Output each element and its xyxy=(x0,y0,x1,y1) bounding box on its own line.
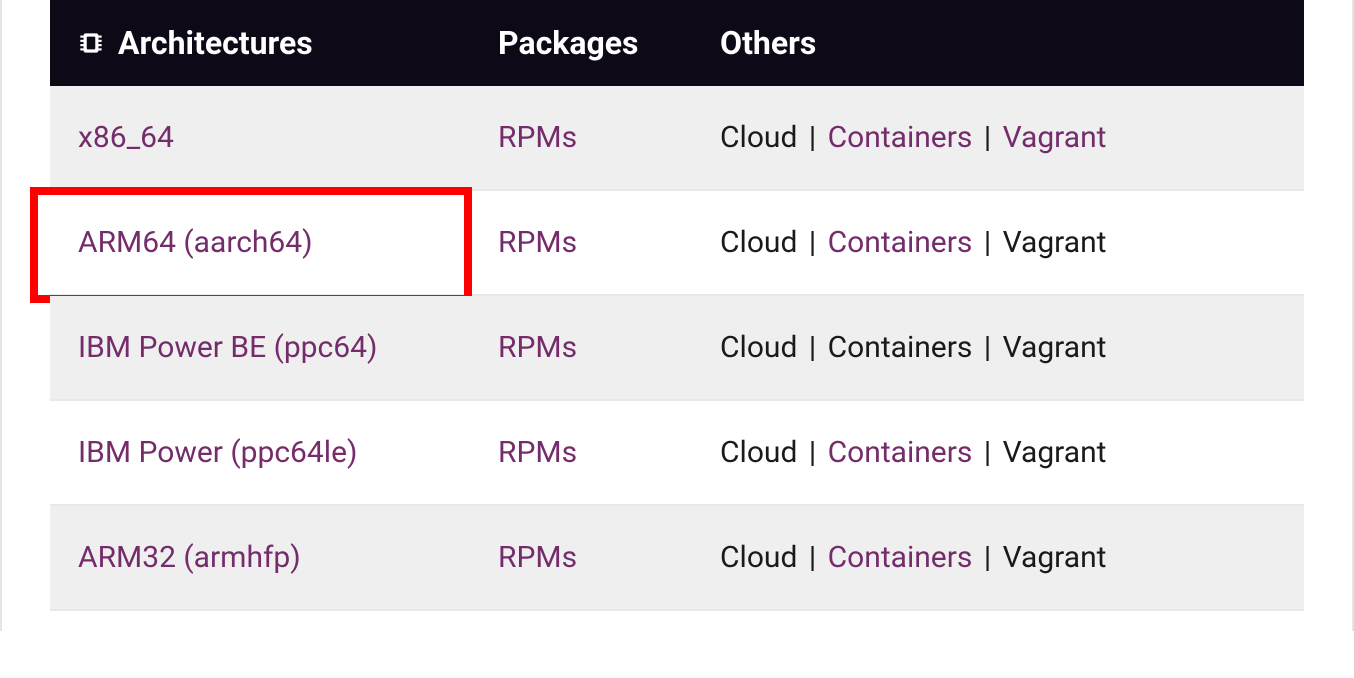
others-containers[interactable]: Containers xyxy=(828,540,973,575)
table-header-row: Architectures Packages Others xyxy=(50,0,1304,86)
others-cloud: Cloud xyxy=(720,435,797,470)
others-containers: Containers xyxy=(828,330,973,365)
header-architectures: Architectures xyxy=(78,24,498,62)
cell-others: Cloud | Containers | Vagrant xyxy=(720,540,1276,575)
header-others: Others xyxy=(720,24,1276,62)
others-cloud: Cloud xyxy=(720,330,797,365)
page-container: Architectures Packages Others x86_64 RPMs… xyxy=(0,0,1354,631)
others-cloud: Cloud xyxy=(720,120,797,155)
cell-others: Cloud | Containers | Vagrant xyxy=(720,435,1276,470)
packages-link[interactable]: RPMs xyxy=(498,540,577,575)
cell-architecture: ARM64 (aarch64) xyxy=(78,225,498,260)
separator: | xyxy=(972,225,1002,260)
cell-architecture: IBM Power (ppc64le) xyxy=(78,435,498,470)
packages-link[interactable]: RPMs xyxy=(498,120,577,155)
header-others-label: Others xyxy=(720,24,816,62)
cell-packages: RPMs xyxy=(498,540,720,575)
cell-architecture: IBM Power BE (ppc64) xyxy=(78,330,498,365)
architecture-link[interactable]: IBM Power BE (ppc64) xyxy=(78,330,377,365)
chip-icon xyxy=(78,27,104,59)
others-containers[interactable]: Containers xyxy=(828,120,973,155)
cell-packages: RPMs xyxy=(498,330,720,365)
others-vagrant: Vagrant xyxy=(1003,330,1107,365)
table-row: IBM Power BE (ppc64) RPMs Cloud | Containe… xyxy=(50,296,1304,401)
cell-packages: RPMs xyxy=(498,225,720,260)
table-row: ARM64 (aarch64) RPMs Cloud | Containers | … xyxy=(50,191,1304,296)
others-containers[interactable]: Containers xyxy=(828,435,973,470)
others-vagrant: Vagrant xyxy=(1003,225,1107,260)
cell-architecture: ARM32 (armhfp) xyxy=(78,540,498,575)
cell-architecture: x86_64 xyxy=(78,120,498,155)
separator: | xyxy=(972,540,1002,575)
cell-others: Cloud | Containers | Vagrant xyxy=(720,330,1276,365)
table-row: IBM Power (ppc64le) RPMs Cloud | Container… xyxy=(50,401,1304,506)
separator: | xyxy=(797,330,827,365)
table-row: x86_64 RPMs Cloud | Containers | Vagrant xyxy=(50,86,1304,191)
others-containers[interactable]: Containers xyxy=(828,225,973,260)
separator: | xyxy=(797,120,827,155)
others-cloud: Cloud xyxy=(720,225,797,260)
architecture-link[interactable]: IBM Power (ppc64le) xyxy=(78,435,357,470)
cell-others: Cloud | Containers | Vagrant xyxy=(720,120,1276,155)
downloads-table: Architectures Packages Others x86_64 RPMs… xyxy=(50,0,1304,611)
others-vagrant[interactable]: Vagrant xyxy=(1003,120,1107,155)
architecture-link[interactable]: ARM32 (armhfp) xyxy=(78,540,301,575)
cell-packages: RPMs xyxy=(498,120,720,155)
separator: | xyxy=(972,435,1002,470)
packages-link[interactable]: RPMs xyxy=(498,435,577,470)
header-packages-label: Packages xyxy=(498,24,638,62)
others-vagrant: Vagrant xyxy=(1003,540,1107,575)
table-row: ARM32 (armhfp) RPMs Cloud | Containers | V… xyxy=(50,506,1304,611)
separator: | xyxy=(972,330,1002,365)
architecture-link[interactable]: ARM64 (aarch64) xyxy=(78,225,313,260)
separator: | xyxy=(797,435,827,470)
cell-packages: RPMs xyxy=(498,435,720,470)
header-architectures-label: Architectures xyxy=(118,24,313,62)
others-vagrant: Vagrant xyxy=(1003,435,1107,470)
others-cloud: Cloud xyxy=(720,540,797,575)
architecture-link[interactable]: x86_64 xyxy=(78,120,174,155)
packages-link[interactable]: RPMs xyxy=(498,225,577,260)
cell-others: Cloud | Containers | Vagrant xyxy=(720,225,1276,260)
header-packages: Packages xyxy=(498,24,720,62)
separator: | xyxy=(972,120,1002,155)
separator: | xyxy=(797,225,827,260)
packages-link[interactable]: RPMs xyxy=(498,330,577,365)
separator: | xyxy=(797,540,827,575)
